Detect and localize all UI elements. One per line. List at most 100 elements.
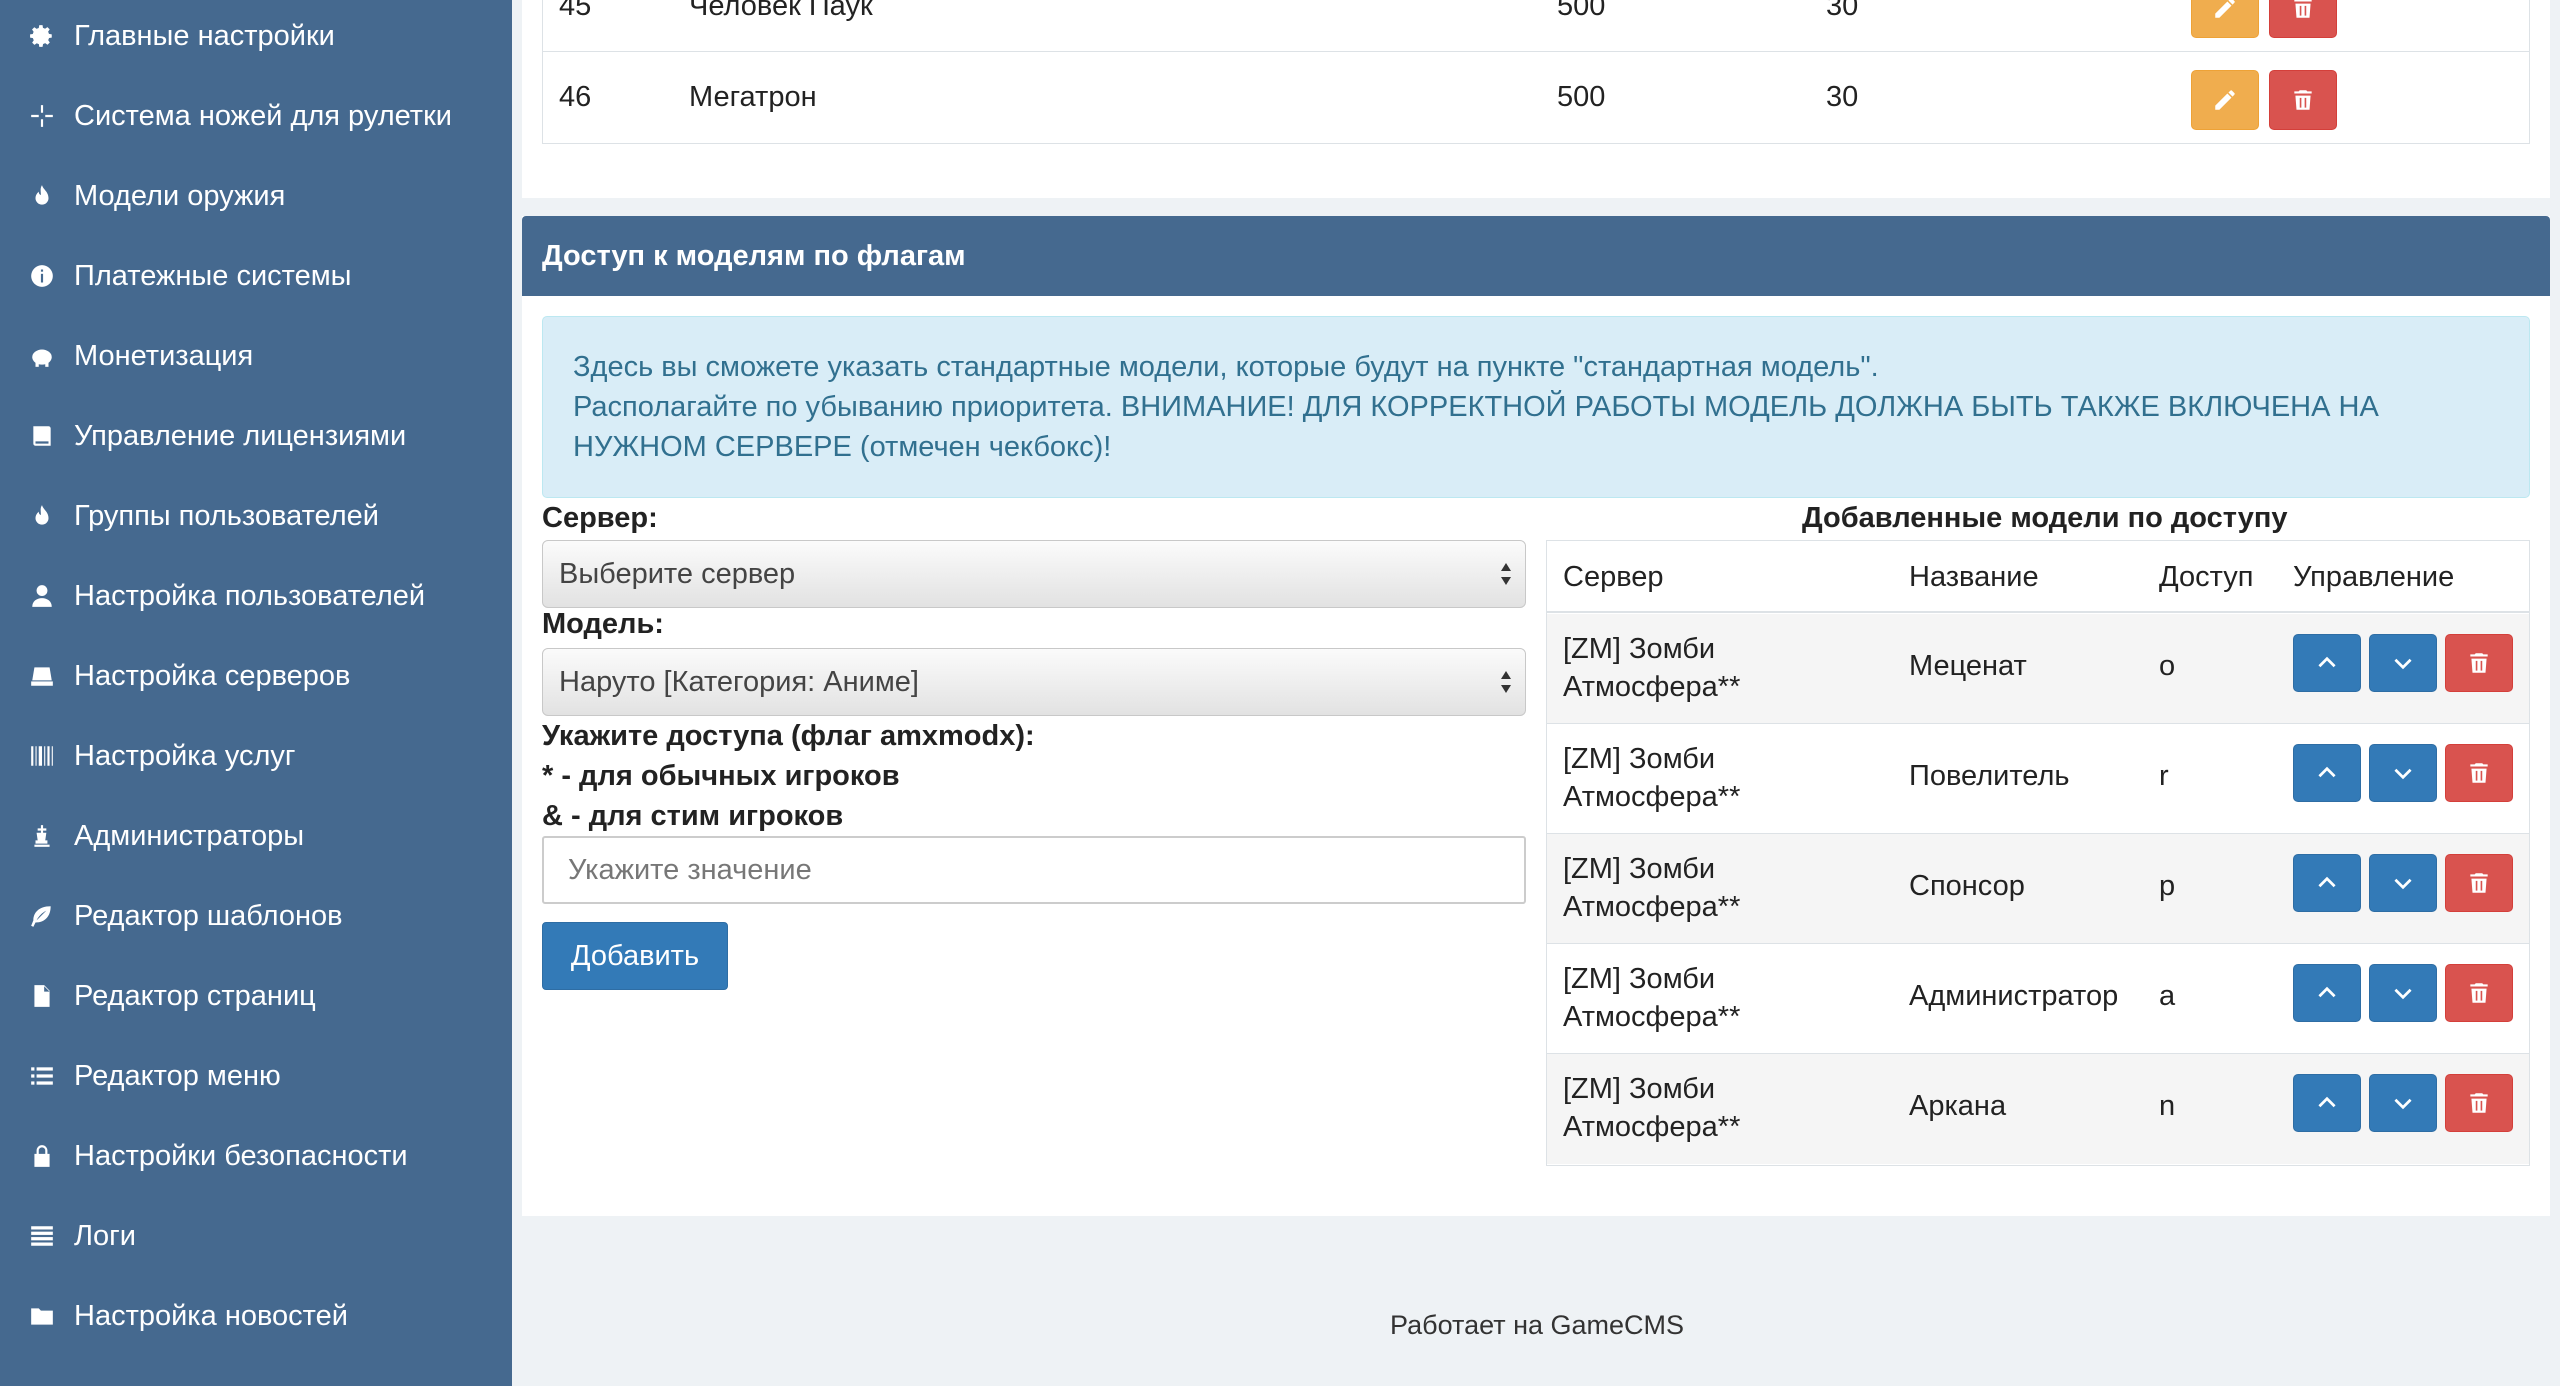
sidebar-item-payments[interactable]: Платежные системы <box>0 236 512 316</box>
chevron-down-icon <box>2394 658 2412 670</box>
move-down-button[interactable] <box>2369 744 2437 802</box>
fire-icon <box>28 182 56 210</box>
row-server: [ZM] Зомби Атмосфера** <box>1563 963 1741 1033</box>
sidebar-item-admins[interactable]: Администраторы <box>0 796 512 876</box>
server-select-value: Выберите сервер <box>559 557 796 590</box>
chevron-down-icon <box>2394 1098 2412 1110</box>
sidebar-item-label: Главные настройки <box>74 19 335 52</box>
sidebar: Главные настройки Система ножей для руле… <box>0 0 512 1386</box>
sidebar-item-user-groups[interactable]: Группы пользователей <box>0 476 512 556</box>
added-models-title: Добавленные модели по доступу <box>1802 502 2288 534</box>
alert-line: НУЖНОМ СЕРВЕРЕ (отмечен чекбокс)! <box>573 431 1112 463</box>
move-up-button[interactable] <box>2293 964 2361 1022</box>
model-select[interactable]: Наруто [Категория: Аниме] <box>542 648 1526 716</box>
sidebar-item-weapon-models[interactable]: Модели оружия <box>0 156 512 236</box>
lock-icon <box>28 1142 56 1170</box>
move-up-button[interactable] <box>2293 854 2361 912</box>
trash-icon <box>2470 1093 2488 1113</box>
sidebar-item-licenses[interactable]: Управление лицензиями <box>0 396 512 476</box>
move-down-button[interactable] <box>2369 1074 2437 1132</box>
delete-button[interactable] <box>2445 854 2513 912</box>
info-alert: Здесь вы сможете указать стандартные мод… <box>542 316 2530 498</box>
row-value: 30 <box>1826 81 1859 113</box>
flag-hint-steam: & - для стим игроков <box>542 800 844 832</box>
table-row: [ZM] Зомби Атмосфера** Спонсор p <box>1547 834 2529 944</box>
flag-input[interactable] <box>542 836 1526 904</box>
delete-button[interactable] <box>2269 0 2337 38</box>
move-down-button[interactable] <box>2369 964 2437 1022</box>
footer-text: Работает на GameCMS <box>1390 1310 1685 1340</box>
sidebar-item-menu[interactable]: Редактор меню <box>0 1036 512 1116</box>
chess-icon <box>28 822 56 850</box>
row-id: 45 <box>559 0 592 22</box>
row-name: Аркана <box>1909 1090 2007 1122</box>
sidebar-item-label: Монетизация <box>74 339 254 372</box>
chevron-down-icon <box>2394 878 2412 890</box>
sidebar-item-servers[interactable]: Настройка серверов <box>0 636 512 716</box>
move-up-button[interactable] <box>2293 744 2361 802</box>
trash-icon <box>2294 0 2312 18</box>
table-row: [ZM] Зомби Атмосфера** Меценат o <box>1547 614 2529 724</box>
alert-line: Здесь вы сможете указать стандартные мод… <box>573 351 1879 383</box>
edit-button[interactable] <box>2191 70 2259 130</box>
row-name: Меценат <box>1909 650 2027 682</box>
fire-icon <box>28 502 56 530</box>
chevron-up-icon <box>2318 656 2336 668</box>
sidebar-item-monetization[interactable]: Монетизация <box>0 316 512 396</box>
delete-button[interactable] <box>2445 634 2513 692</box>
chevron-up-icon <box>2318 1096 2336 1108</box>
server-select[interactable]: Выберите сервер <box>542 540 1526 608</box>
delete-button[interactable] <box>2269 70 2337 130</box>
sidebar-item-label: Модели оружия <box>74 179 286 212</box>
panel-title: Доступ к моделям по флагам <box>522 216 2550 296</box>
table-row: [ZM] Зомби Атмосфера** Аркана n <box>1547 1054 2529 1164</box>
crosshair-icon <box>28 102 56 130</box>
sidebar-item-security[interactable]: Настройки безопасности <box>0 1116 512 1196</box>
sidebar-item-services[interactable]: Настройка услуг <box>0 716 512 796</box>
access-panel: Доступ к моделям по флагам Здесь вы смож… <box>522 216 2550 1216</box>
chevron-up-icon <box>2318 766 2336 778</box>
sidebar-item-news[interactable]: Настройка новостей <box>0 1276 512 1356</box>
trash-icon <box>2470 983 2488 1003</box>
delete-button[interactable] <box>2445 1074 2513 1132</box>
sidebar-item-templates[interactable]: Редактор шаблонов <box>0 876 512 956</box>
move-down-button[interactable] <box>2369 634 2437 692</box>
delete-button[interactable] <box>2445 964 2513 1022</box>
pencil-icon <box>2215 0 2235 18</box>
col-access: Доступ <box>2159 561 2254 593</box>
sidebar-item-pages[interactable]: Редактор страниц <box>0 956 512 1036</box>
add-button[interactable]: Добавить <box>542 922 728 990</box>
row-name: Человек Паук <box>689 0 873 22</box>
sidebar-item-logs[interactable]: Логи <box>0 1196 512 1276</box>
sidebar-item-user-settings[interactable]: Настройка пользователей <box>0 556 512 636</box>
info-icon <box>28 262 56 290</box>
move-up-button[interactable] <box>2293 634 2361 692</box>
sidebar-item-main-settings[interactable]: Главные настройки <box>0 0 512 76</box>
table-row: [ZM] Зомби Атмосфера** Администратор a <box>1547 944 2529 1054</box>
edit-button[interactable] <box>2191 0 2259 38</box>
book-icon <box>28 422 56 450</box>
col-name: Название <box>1909 561 2039 593</box>
sidebar-item-label: Группы пользователей <box>74 499 379 532</box>
server-label: Сервер: <box>542 502 658 534</box>
sidebar-item-label: Настройка серверов <box>74 659 351 692</box>
delete-button[interactable] <box>2445 744 2513 802</box>
sidebar-item-label: Платежные системы <box>74 259 352 292</box>
pencil-icon <box>2215 90 2235 110</box>
row-flag: a <box>2159 980 2176 1012</box>
lines-icon <box>28 1222 56 1250</box>
leaf-icon <box>28 902 56 930</box>
sidebar-item-label: Настройка новостей <box>74 1299 348 1332</box>
piggy-bank-icon <box>28 342 56 370</box>
barcode-icon <box>28 742 56 770</box>
sidebar-item-label: Администраторы <box>74 819 305 852</box>
move-down-button[interactable] <box>2369 854 2437 912</box>
sidebar-item-label: Настройки безопасности <box>74 1139 408 1172</box>
row-server: [ZM] Зомби Атмосфера** <box>1563 853 1741 923</box>
gear-icon <box>28 22 56 50</box>
sidebar-item-label: Настройка услуг <box>74 739 296 772</box>
move-up-button[interactable] <box>2293 1074 2361 1132</box>
sidebar-item-knives[interactable]: Система ножей для рулетки <box>0 76 512 156</box>
row-id: 46 <box>559 81 592 113</box>
flag-hint-regular: * - для обычных игроков <box>542 760 900 792</box>
